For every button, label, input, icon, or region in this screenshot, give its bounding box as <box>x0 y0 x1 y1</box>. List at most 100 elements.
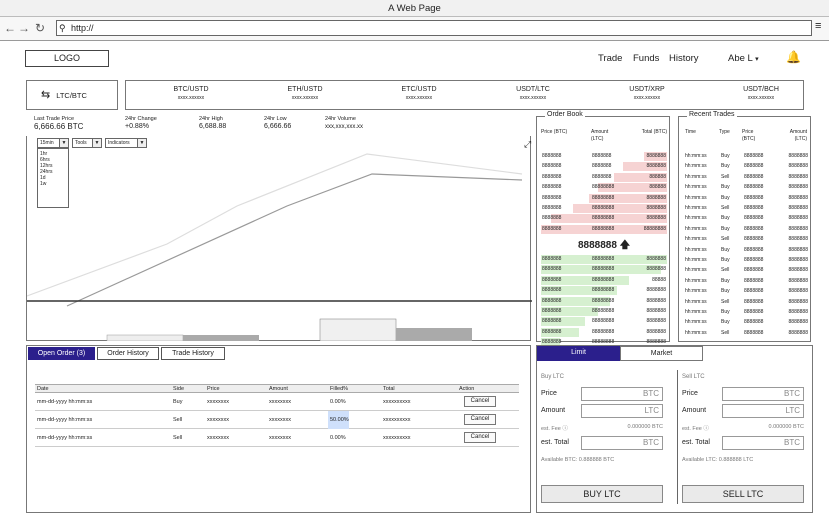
trade-time: hh:mm:ss <box>685 277 707 284</box>
order-date: mm-dd-yyyy hh:mm:ss <box>37 435 93 441</box>
ask-row[interactable]: 8888888 8888888 888888 <box>541 172 667 182</box>
trade-type: Buy <box>721 163 730 170</box>
trade-time: hh:mm:ss <box>685 236 707 243</box>
trade-row: hh:mm:ss Sell 8888888 8888888 <box>683 235 808 244</box>
bid-row[interactable]: 8888888 88888888 8888888 <box>541 286 667 296</box>
ask-row[interactable]: 8888888 88888888 8888888 <box>541 193 667 203</box>
bid-row[interactable]: 8888888 88888888 8888888 <box>541 327 667 337</box>
trade-type: Buy <box>721 184 730 191</box>
trade-row: hh:mm:ss Sell 8888888 8888888 <box>683 266 808 275</box>
cancel-button[interactable]: Cancel <box>464 396 496 407</box>
trade-type: Sell <box>721 236 730 243</box>
bid-amount: 88888888 <box>592 256 615 262</box>
ask-row[interactable]: 888888888888888888888 <box>541 152 667 161</box>
reload-icon[interactable]: ↻ <box>35 21 45 35</box>
trade-row: hh:mm:ss Buy 8888888 8888888 <box>683 225 808 234</box>
nav-history[interactable]: History <box>669 53 699 64</box>
col-total: Total <box>383 386 395 392</box>
sell-price-input[interactable]: BTC <box>722 387 804 401</box>
bid-amount: 88888888 <box>592 308 615 314</box>
tab-order-history[interactable]: Order History <box>97 347 159 360</box>
cancel-button[interactable]: Cancel <box>464 432 496 443</box>
cancel-button[interactable]: Cancel <box>464 414 496 425</box>
trade-amount: 8888888 <box>788 267 808 274</box>
bid-amount: 88888888 <box>592 266 615 273</box>
bid-row[interactable]: 8888888 88888888 8888888 <box>541 317 667 327</box>
ask-row[interactable]: 8888888 88888888 88888888 <box>541 224 667 234</box>
buy-price-input[interactable]: BTC <box>581 387 663 401</box>
bid-row[interactable]: 8888888 88888888 8888888 <box>541 307 667 316</box>
stat-last-price: Last Trade Price 6,666.66 BTC <box>34 115 83 131</box>
stat-value: 6,666.66 <box>264 123 292 130</box>
ticker-value: xxxx.xxxxxx <box>633 95 661 101</box>
ask-row[interactable]: 888888888888888888888 <box>541 162 667 172</box>
trade-time: hh:mm:ss <box>685 257 707 263</box>
tab-open-orders[interactable]: Open Order (3) <box>28 347 95 360</box>
sell-total-input[interactable]: BTC <box>722 436 804 450</box>
bid-row[interactable]: 8888888 88888888 8888888 <box>541 296 667 306</box>
buy-fee-label: est. Fee <box>541 426 561 432</box>
interval-options: 1hr 6hrs 12hrs 24hrs 1d 1w <box>37 148 69 208</box>
ticker-value: xxxx.xxxxxx <box>519 95 547 101</box>
trade-row: hh:mm:ss Buy 8888888 8888888 <box>683 183 808 192</box>
nav-trade[interactable]: Trade <box>598 53 622 64</box>
tab-market[interactable]: Market <box>620 346 703 361</box>
sell-amount-input[interactable]: LTC <box>722 404 804 418</box>
url-bar[interactable]: ⚲ http:// <box>56 20 812 36</box>
orders-panel: Open Order (3) Order History Trade Histo… <box>26 345 531 513</box>
stat-value: 6,666.66 BTC <box>34 122 84 131</box>
interval-option[interactable]: 1w <box>40 181 66 187</box>
trade-time: hh:mm:ss <box>685 309 707 315</box>
sell-amount-label: Amount <box>682 407 707 414</box>
ask-row[interactable]: 8888888 88888888 8888888 <box>541 214 667 224</box>
hamburger-menu-icon[interactable]: ≡ <box>815 21 827 32</box>
ticker-pair: ETC/USTD <box>401 86 437 93</box>
trade-amount: 8888888 <box>788 288 808 295</box>
chart-line-light <box>27 153 523 297</box>
expand-icon[interactable]: ⤢ <box>524 139 531 150</box>
trade-time: hh:mm:ss <box>685 319 707 326</box>
tab-trade-history[interactable]: Trade History <box>161 347 225 360</box>
price-chart[interactable]: 15min ▼ Tools ▼ Indicators ▼ 1hr 6hrs 12hrs… <box>26 136 532 341</box>
buy-total-input[interactable]: BTC <box>581 436 663 450</box>
trade-time: hh:mm:ss <box>685 329 707 336</box>
ticker-item[interactable]: USDT/LTC xxxx.xxxxxx <box>483 85 583 103</box>
ticker-item[interactable]: ETH/USTD xxxx.xxxxxx <box>255 85 355 103</box>
back-arrow-icon[interactable]: ← <box>4 21 16 35</box>
ask-price: 8888888 <box>542 205 562 211</box>
recent-trades: Recent Trades Time Type Price (BTC) Amou… <box>678 111 811 342</box>
trade-time: hh:mm:ss <box>685 205 707 211</box>
buy-button[interactable]: BUY LTC <box>541 485 663 503</box>
ticker-item[interactable]: BTC/USTD xxxx.xxxxxx <box>141 85 241 103</box>
trade-price: 8888888 <box>744 173 764 180</box>
ob-header-price: Price (BTC) <box>541 129 568 135</box>
logo[interactable]: LOGO <box>25 50 109 67</box>
sell-fee: est. Fee ⓘ <box>682 424 709 432</box>
ticker-item[interactable]: ETC/USTD xxxx.xxxxxx <box>369 85 469 103</box>
trade-price: 8888888 <box>744 267 764 274</box>
pair-selector[interactable]: ⇆ LTC/BTC <box>26 80 118 110</box>
bid-row[interactable]: 8888888 88888888 8888888 <box>541 265 667 275</box>
tab-limit[interactable]: Limit <box>537 346 620 361</box>
ask-row[interactable]: 888888888888888888888 <box>541 183 667 193</box>
ticker-item[interactable]: USDT/BCH xxxx.xxxxxx <box>711 85 811 103</box>
ticker-item[interactable]: USDT/XRP xxxx.xxxxxx <box>597 85 697 103</box>
interval-dropdown[interactable]: 15min ▼ <box>37 138 69 148</box>
buy-amount-label: Amount <box>541 407 566 414</box>
sell-button[interactable]: SELL LTC <box>682 485 804 503</box>
trade-type: Buy <box>721 319 730 326</box>
rt-header-type: Type <box>719 129 730 135</box>
user-menu[interactable]: Abe L ▾ <box>728 53 759 64</box>
forward-arrow-icon[interactable]: → <box>18 21 30 35</box>
bid-row[interactable]: 8888888 88888888 88888 <box>541 275 667 285</box>
nav-funds[interactable]: Funds <box>633 53 659 64</box>
indicators-dropdown[interactable]: Indicators ▼ <box>105 138 147 148</box>
bid-price: 8888888 <box>542 328 562 335</box>
bell-icon[interactable]: 🔔 <box>786 50 801 64</box>
ask-price: 8888888 <box>542 225 562 232</box>
buy-amount-input[interactable]: LTC <box>581 404 663 418</box>
bid-total: 8888888 <box>646 328 666 335</box>
ask-row[interactable]: 8888888 88888888 8888888 <box>541 204 667 213</box>
tools-dropdown[interactable]: Tools ▼ <box>72 138 102 148</box>
bid-row[interactable]: 8888888 88888888 8888888 <box>541 255 667 264</box>
